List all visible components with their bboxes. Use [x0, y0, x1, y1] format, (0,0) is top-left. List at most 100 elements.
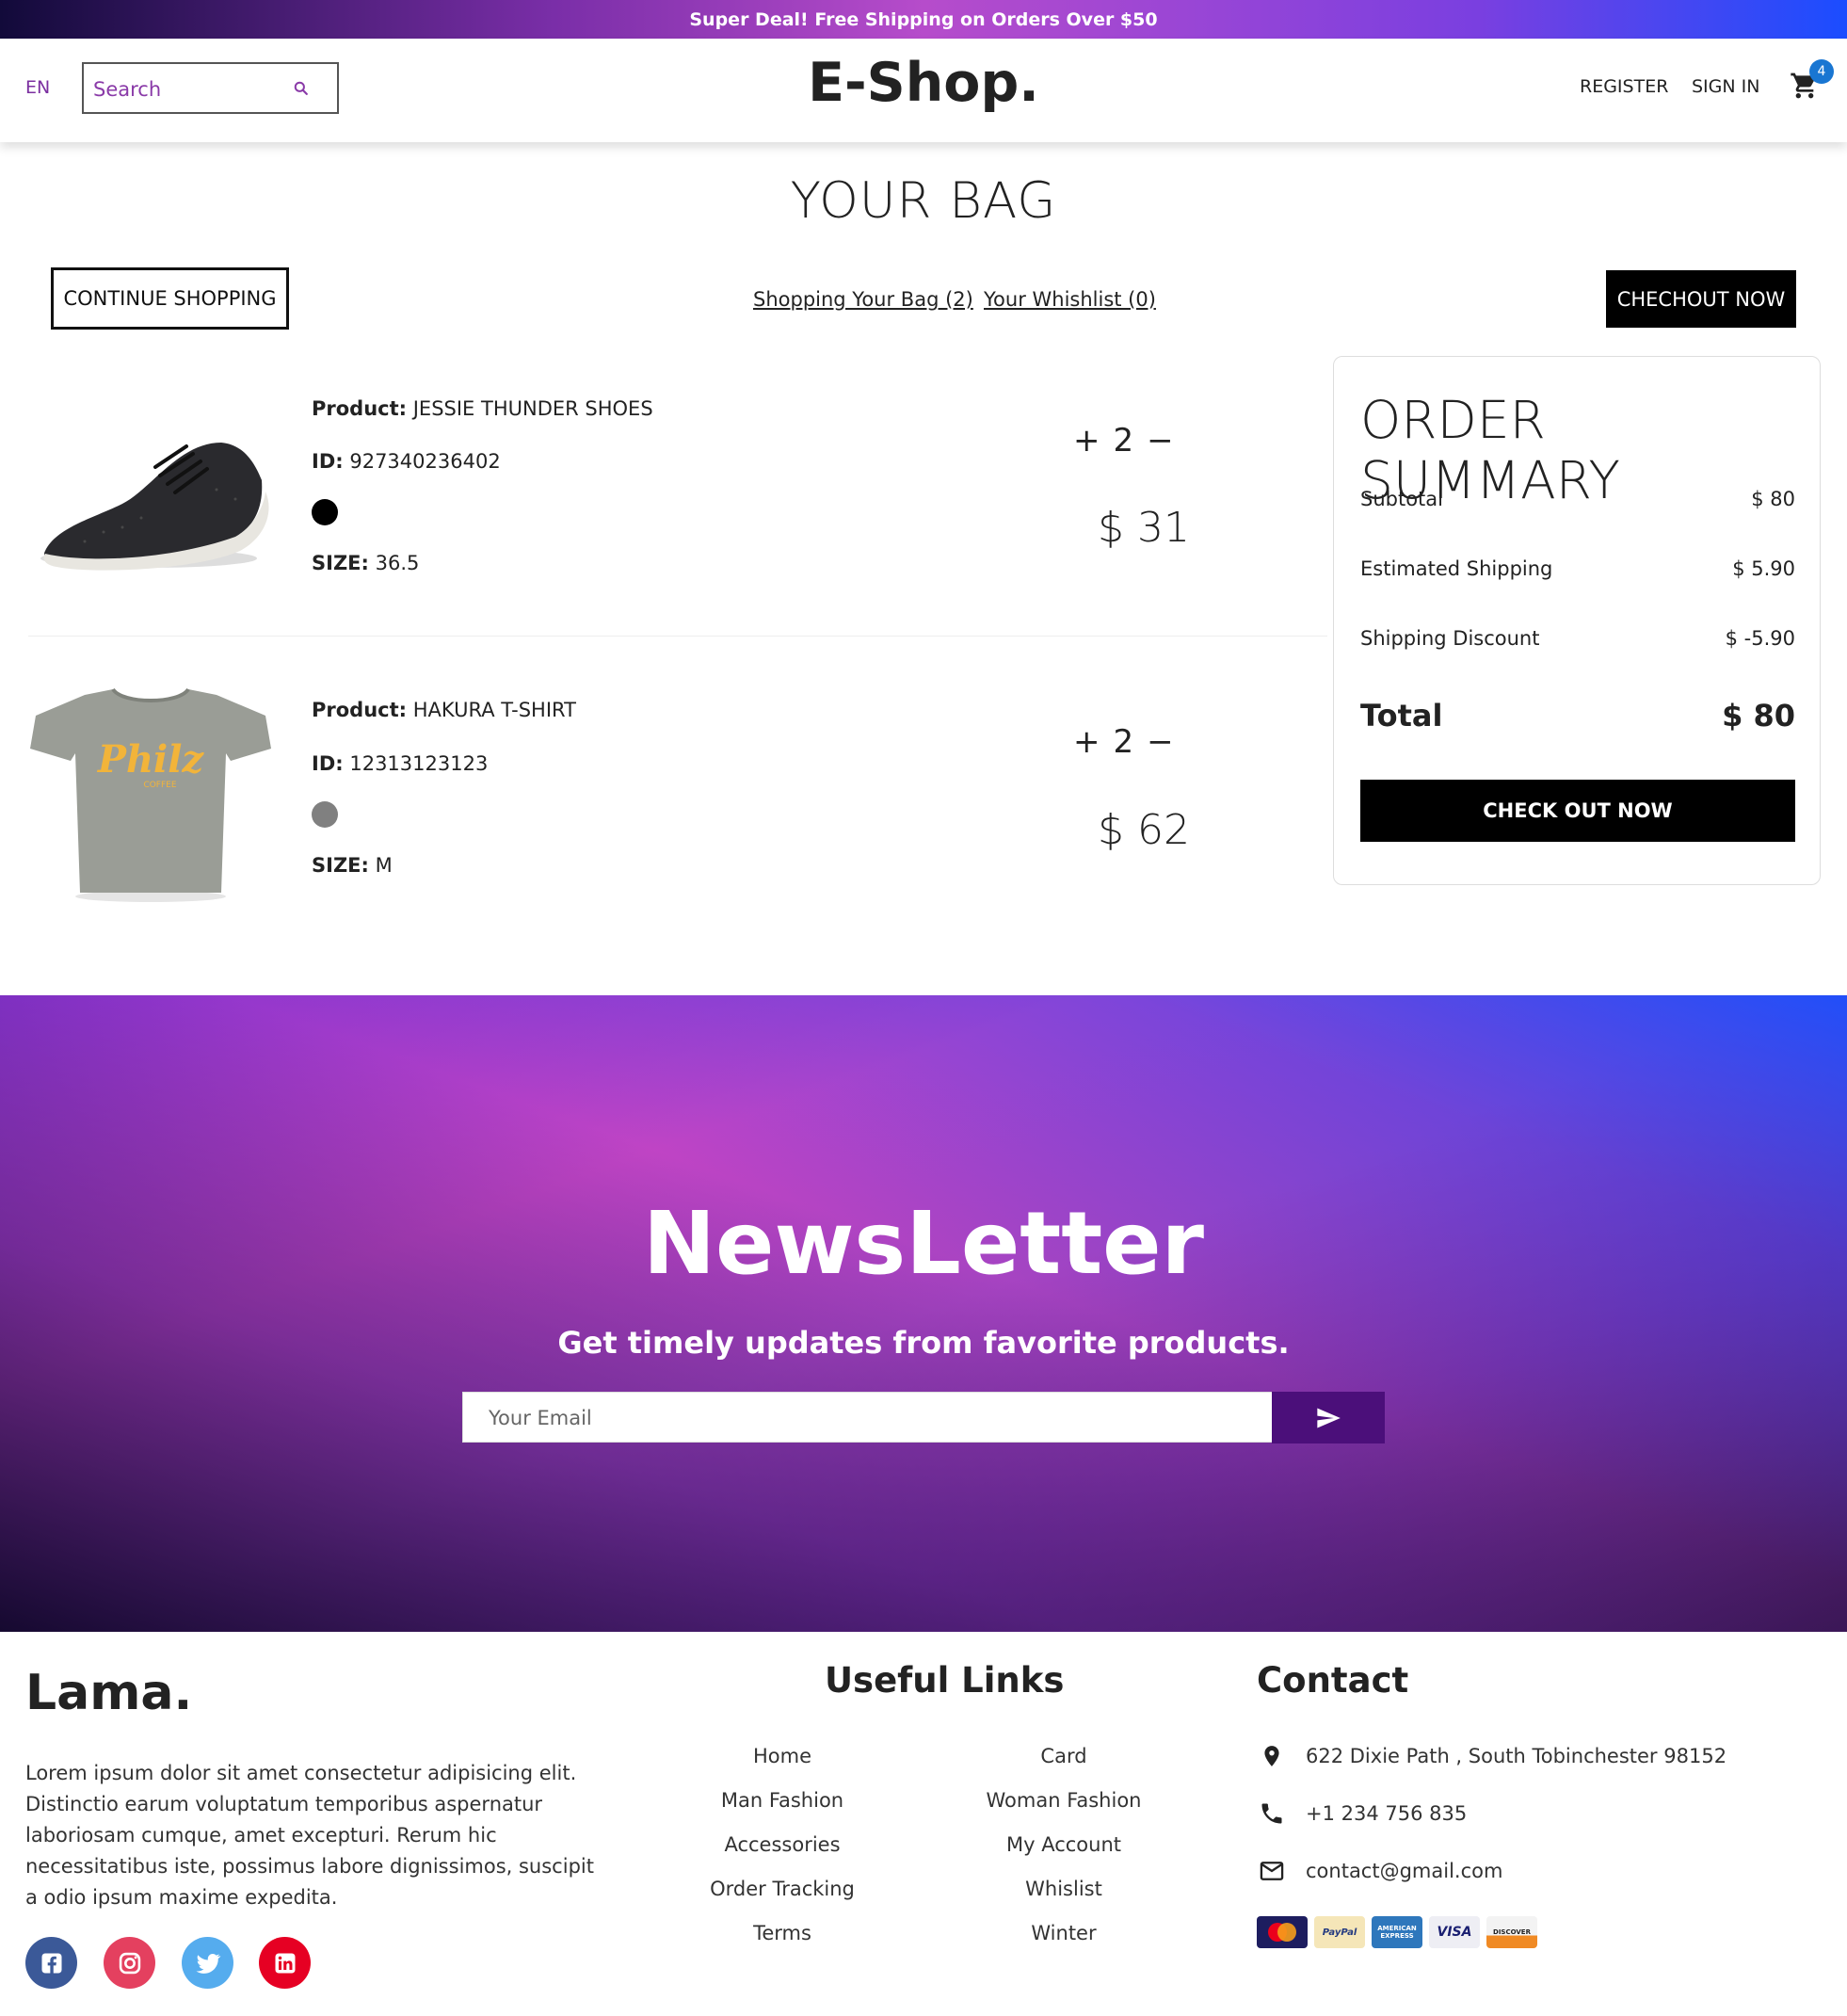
- product-name-line: Product: HAKURA T-SHIRT: [312, 699, 576, 721]
- summary-row-total: Total $ 80: [1360, 698, 1795, 734]
- site-logo[interactable]: E-Shop.: [808, 52, 1039, 114]
- mastercard-icon: [1257, 1916, 1308, 1948]
- product-size: M: [375, 854, 393, 877]
- product-size-label: SIZE:: [312, 854, 369, 877]
- summary-value: $ -5.90: [1725, 627, 1795, 650]
- location-pin-icon: [1257, 1741, 1287, 1771]
- footer-link-order-tracking[interactable]: Order Tracking: [660, 1878, 905, 1900]
- quantity-stepper: + 2 −: [1073, 422, 1174, 460]
- decrease-quantity-button[interactable]: −: [1147, 723, 1174, 761]
- quantity-value: 2: [1113, 723, 1134, 761]
- sign-in-link[interactable]: SIGN IN: [1692, 76, 1759, 97]
- summary-value: $ 5.90: [1732, 557, 1795, 580]
- quantity-stepper: + 2 −: [1073, 723, 1174, 761]
- quantity-value: 2: [1113, 422, 1134, 460]
- product-image-tshirt[interactable]: Philz COFFEE: [28, 678, 273, 904]
- product-image-shoe[interactable]: [28, 386, 273, 612]
- summary-label: Estimated Shipping: [1360, 557, 1553, 580]
- svg-text:Philz: Philz: [97, 737, 205, 782]
- send-icon: [1317, 1408, 1341, 1427]
- product-size-label: SIZE:: [312, 552, 369, 574]
- checkout-now-button[interactable]: CHECK OUT NOW: [1360, 780, 1795, 842]
- product-price: $ 31: [1098, 504, 1190, 552]
- footer-link-terms[interactable]: Terms: [660, 1922, 905, 1944]
- contact-email: contact@gmail.com: [1257, 1856, 1502, 1886]
- footer-description: Lorem ipsum dolor sit amet consectetur a…: [25, 1762, 594, 1909]
- contact-address: 622 Dixie Path , South Tobinchester 9815…: [1257, 1741, 1727, 1771]
- visa-icon: VISA: [1429, 1916, 1480, 1948]
- product-label: Product:: [312, 397, 408, 420]
- product-color-swatch: [312, 499, 338, 525]
- product-size-line: SIZE: M: [312, 854, 393, 877]
- shopping-bag-link[interactable]: Shopping Your Bag (2): [753, 288, 973, 311]
- increase-quantity-button[interactable]: +: [1073, 422, 1100, 460]
- continue-shopping-button[interactable]: CONTINUE SHOPPING: [51, 267, 289, 330]
- phone-icon: [1257, 1798, 1287, 1829]
- newsletter-send-button[interactable]: [1272, 1392, 1385, 1443]
- newsletter-form: [462, 1392, 1385, 1443]
- instagram-icon[interactable]: [104, 1937, 155, 1989]
- email-text[interactable]: contact@gmail.com: [1306, 1860, 1502, 1882]
- footer-link-wishlist[interactable]: Whislist: [941, 1878, 1186, 1900]
- summary-row-subtotal: Subtotal $ 80: [1360, 488, 1795, 510]
- checkout-now-top-button[interactable]: CHECHOUT NOW: [1606, 270, 1796, 328]
- summary-value: $ 80: [1751, 488, 1795, 510]
- discover-icon: DISCOVER: [1486, 1916, 1537, 1948]
- product-name-line: Product: JESSIE THUNDER SHOES: [312, 397, 653, 420]
- newsletter-email-input[interactable]: [489, 1404, 1223, 1432]
- item-divider: [28, 636, 1327, 637]
- increase-quantity-button[interactable]: +: [1073, 723, 1100, 761]
- navbar: EN E-Shop. REGISTER SIGN IN 4: [0, 39, 1847, 142]
- footer-link-winter[interactable]: Winter: [941, 1922, 1186, 1944]
- newsletter-title: NewsLetter: [643, 1193, 1204, 1294]
- contact-title: Contact: [1257, 1660, 1409, 1701]
- footer-link-accessories[interactable]: Accessories: [660, 1833, 905, 1856]
- footer-link-home[interactable]: Home: [660, 1745, 905, 1767]
- twitter-icon[interactable]: [182, 1937, 233, 1989]
- linkedin-icon[interactable]: [259, 1937, 311, 1989]
- mail-icon: [1257, 1856, 1287, 1886]
- cart-count-badge: 4: [1809, 59, 1834, 84]
- product-size: 36.5: [375, 552, 420, 574]
- order-summary: ORDER SUMMARY Subtotal $ 80 Estimated Sh…: [1333, 356, 1821, 885]
- product-price: $ 62: [1098, 806, 1190, 854]
- page-title: YOUR BAG: [790, 172, 1057, 230]
- footer-link-man-fashion[interactable]: Man Fashion: [660, 1789, 905, 1812]
- summary-row-discount: Shipping Discount $ -5.90: [1360, 627, 1795, 650]
- summary-label: Shipping Discount: [1360, 627, 1540, 650]
- product-color-swatch: [312, 801, 338, 828]
- product-id-label: ID:: [312, 752, 344, 775]
- footer-link-woman-fashion[interactable]: Woman Fashion: [941, 1789, 1186, 1812]
- address-text: 622 Dixie Path , South Tobinchester 9815…: [1306, 1745, 1727, 1767]
- product-id-line: ID: 12313123123: [312, 752, 488, 775]
- summary-label: Subtotal: [1360, 488, 1443, 510]
- product-name: JESSIE THUNDER SHOES: [412, 397, 653, 420]
- decrease-quantity-button[interactable]: −: [1147, 422, 1174, 460]
- announcement-bar: Super Deal! Free Shipping on Orders Over…: [0, 0, 1847, 39]
- paypal-icon: PayPal: [1314, 1916, 1365, 1948]
- facebook-icon[interactable]: [25, 1937, 77, 1989]
- useful-links-title: Useful Links: [825, 1660, 1065, 1701]
- product-label: Product:: [312, 699, 408, 721]
- product-id-label: ID:: [312, 450, 344, 473]
- product-id: 927340236402: [349, 450, 501, 473]
- wishlist-link[interactable]: Your Whishlist (0): [984, 288, 1156, 311]
- svg-text:COFFEE: COFFEE: [143, 781, 176, 790]
- summary-row-shipping: Estimated Shipping $ 5.90: [1360, 557, 1795, 580]
- product-id: 12313123123: [349, 752, 489, 775]
- phone-text: +1 234 756 835: [1306, 1802, 1468, 1825]
- newsletter-subtitle: Get timely updates from favorite product…: [557, 1325, 1290, 1361]
- footer-link-card[interactable]: Card: [941, 1745, 1186, 1767]
- product-id-line: ID: 927340236402: [312, 450, 501, 473]
- product-name: HAKURA T-SHIRT: [412, 699, 576, 721]
- cart-item: Philz COFFEE Product: HAKURA T-SHIRT ID:…: [28, 678, 1327, 923]
- footer-logo: Lama.: [25, 1665, 193, 1721]
- product-size-line: SIZE: 36.5: [312, 552, 419, 574]
- newsletter-section: NewsLetter Get timely updates from favor…: [0, 995, 1847, 1632]
- footer-link-my-account[interactable]: My Account: [941, 1833, 1186, 1856]
- contact-phone: +1 234 756 835: [1257, 1798, 1467, 1829]
- register-link[interactable]: REGISTER: [1580, 76, 1668, 97]
- cart-item: Product: JESSIE THUNDER SHOES ID: 927340…: [28, 377, 1327, 621]
- total-value: $ 80: [1722, 698, 1795, 734]
- amex-icon: AMERICAN EXPRESS: [1372, 1916, 1422, 1948]
